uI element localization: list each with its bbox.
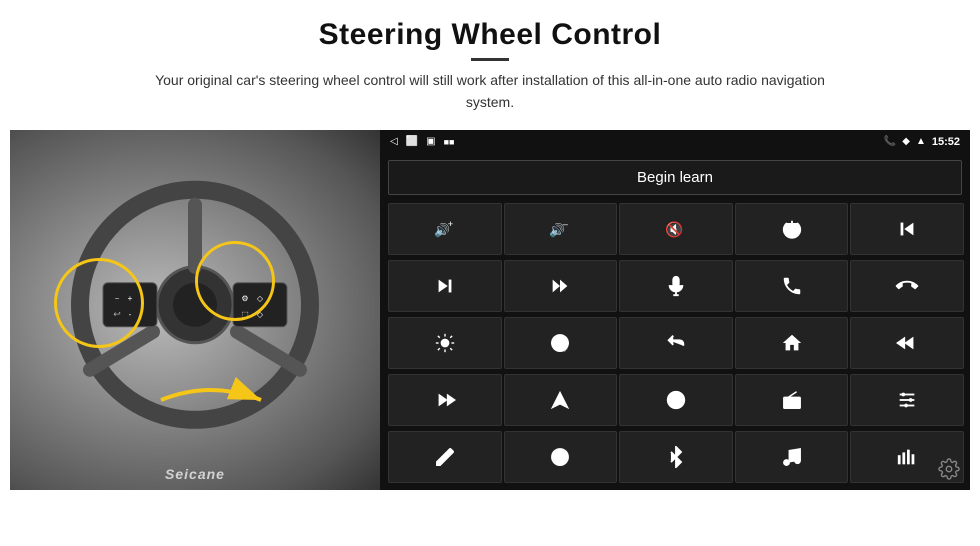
page-title: Steering Wheel Control [150, 18, 830, 52]
status-left: ◁ ⬜ ▣ ■■ [390, 136, 454, 147]
svg-text:+: + [448, 219, 453, 229]
prev-prev-button[interactable] [504, 260, 618, 312]
phone-signal-icon: 📞 [884, 136, 896, 147]
recent-nav-icon[interactable]: ▣ [426, 136, 435, 147]
brightness-button[interactable] [388, 317, 502, 369]
power-button[interactable] [735, 203, 849, 255]
seicane-watermark: Seicane [165, 466, 225, 482]
phone-button[interactable] [735, 260, 849, 312]
car-bg: + ~ - ↩ ⚙ ◇ ⬚ ◇ [10, 130, 380, 490]
status-right: 📞 ◆ ▲ 15:52 [884, 136, 960, 148]
status-time: 15:52 [932, 136, 960, 148]
annotation-circle-left [54, 258, 144, 348]
vol-down-button[interactable]: 🔊– [504, 203, 618, 255]
car-photo: + ~ - ↩ ⚙ ◇ ⬚ ◇ [10, 130, 380, 490]
skip-back-button[interactable] [850, 317, 964, 369]
prev-track-button[interactable] [850, 203, 964, 255]
sim-icon: ■■ [444, 137, 455, 147]
back-nav-icon[interactable]: ◁ [390, 136, 398, 147]
navigation-button[interactable] [504, 374, 618, 426]
vol-up-button[interactable]: 🔊+ [388, 203, 502, 255]
yellow-arrow [151, 375, 271, 425]
wifi-icon: ▲ [916, 136, 926, 147]
svg-text:🔇: 🔇 [665, 220, 683, 238]
begin-learn-button[interactable]: Begin learn [388, 160, 962, 195]
svg-text:–: – [563, 219, 569, 229]
location-icon: ◆ [902, 136, 910, 147]
pen-button[interactable] [388, 431, 502, 483]
bluetooth-button[interactable] [619, 431, 733, 483]
360-view-button[interactable]: 360° [504, 317, 618, 369]
status-bar: ◁ ⬜ ▣ ■■ 📞 ◆ ▲ 15:52 [380, 130, 970, 154]
music-button[interactable] [735, 431, 849, 483]
title-divider [471, 58, 509, 61]
swap-button[interactable] [619, 374, 733, 426]
android-panel: ◁ ⬜ ▣ ■■ 📞 ◆ ▲ 15:52 Begin learn [380, 130, 970, 490]
mic-button[interactable] [619, 260, 733, 312]
gear-settings-button[interactable] [934, 454, 964, 484]
svg-text:360°: 360° [559, 347, 569, 352]
subtitle: Your original car's steering wheel contr… [150, 69, 830, 114]
begin-learn-row: Begin learn [380, 154, 970, 201]
home-nav-icon[interactable]: ⬜ [406, 136, 418, 147]
fast-forward-button[interactable] [388, 374, 502, 426]
next-button[interactable] [388, 260, 502, 312]
radio-button[interactable] [735, 374, 849, 426]
hangup-button[interactable] [850, 260, 964, 312]
equalizer-button[interactable] [850, 374, 964, 426]
annotation-circle-right [195, 241, 275, 321]
mute-button[interactable]: 🔇 [619, 203, 733, 255]
back-button[interactable] [619, 317, 733, 369]
title-section: Steering Wheel Control Your original car… [150, 18, 830, 114]
home-button[interactable] [735, 317, 849, 369]
page-wrapper: Steering Wheel Control Your original car… [0, 0, 980, 546]
record-button[interactable] [504, 431, 618, 483]
content-area: + ~ - ↩ ⚙ ◇ ⬚ ◇ [10, 130, 970, 490]
controls-grid: 🔊+ 🔊– 🔇 [380, 201, 970, 490]
